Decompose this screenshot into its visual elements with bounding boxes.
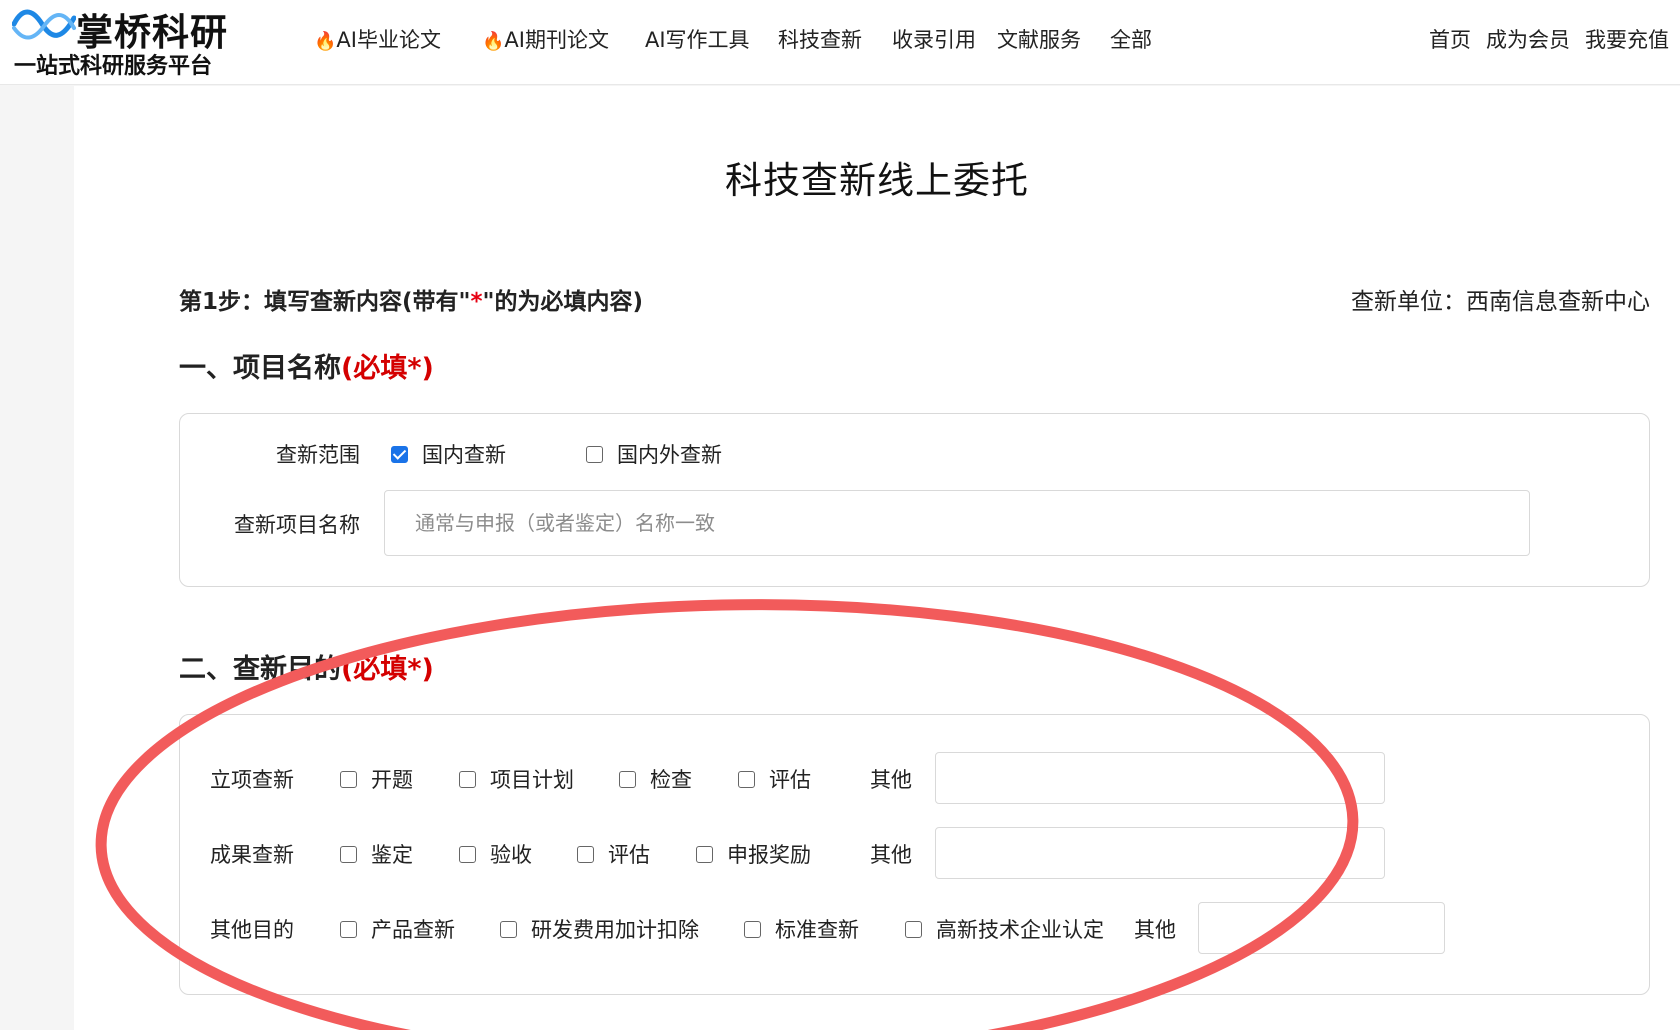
- purpose-option-label[interactable]: 鉴定: [371, 839, 413, 869]
- purpose-other-label: 其他: [1134, 918, 1176, 942]
- link-become-member[interactable]: 成为会员: [1486, 24, 1570, 56]
- nav-label: AI毕业论文: [336, 28, 441, 52]
- purpose-checkbox[interactable]: [500, 921, 517, 938]
- nav-ai-thesis[interactable]: 🔥AI毕业论文: [314, 24, 441, 56]
- scope-domestic-checkbox[interactable]: [391, 446, 408, 463]
- purpose-option-label[interactable]: 项目计划: [490, 764, 574, 794]
- page-title: 科技查新线上委托: [725, 159, 1029, 202]
- section-project-name-heading: 一、项目名称(必填*): [179, 346, 434, 385]
- purpose-option-label[interactable]: 评估: [769, 764, 811, 794]
- purpose-option-label[interactable]: 检查: [650, 764, 692, 794]
- nav-indexing-citation[interactable]: 收录引用: [892, 24, 976, 56]
- brand-slogan: 一站式科研服务平台: [14, 54, 213, 79]
- purpose-other-label: 其他: [870, 843, 912, 867]
- purpose-checkbox[interactable]: [340, 846, 357, 863]
- required-mark: (必填*): [341, 654, 434, 685]
- purpose-checkbox[interactable]: [459, 846, 476, 863]
- purpose-checkbox[interactable]: [744, 921, 761, 938]
- purpose-checkbox[interactable]: [905, 921, 922, 938]
- search-unit-label: 查新单位：西南信息查新中心: [1351, 289, 1650, 315]
- purpose-checkbox[interactable]: [577, 846, 594, 863]
- purpose-other-input[interactable]: [935, 827, 1385, 879]
- purpose-checkbox[interactable]: [459, 771, 476, 788]
- purpose-checkbox[interactable]: [619, 771, 636, 788]
- purpose-checkbox[interactable]: [696, 846, 713, 863]
- section-purpose-heading: 二、查新目的(必填*): [179, 647, 434, 686]
- purpose-option-label[interactable]: 申报奖励: [727, 839, 811, 869]
- section-heading-text: 二、查新目的: [179, 654, 341, 685]
- scope-domestic-label[interactable]: 国内查新: [422, 439, 506, 469]
- project-name-label: 查新项目名称: [234, 513, 360, 537]
- purpose-option-label[interactable]: 开题: [371, 764, 413, 794]
- brand-logo[interactable]: 掌桥科研 一站式科研服务平台: [12, 2, 252, 80]
- link-recharge[interactable]: 我要充值: [1585, 24, 1669, 56]
- purpose-other-input[interactable]: [935, 752, 1385, 804]
- nav-label: AI期刊论文: [504, 28, 609, 52]
- step-prefix: 第1步：填写查新内容(带有": [179, 289, 471, 315]
- purpose-row-label: 成果查新: [210, 843, 294, 867]
- purpose-row-label: 其他目的: [210, 918, 294, 942]
- step-suffix: "的为必填内容): [482, 289, 644, 315]
- required-star: *: [470, 289, 483, 315]
- purpose-option-label[interactable]: 高新技术企业认定: [936, 914, 1104, 944]
- purpose-option-label[interactable]: 研发费用加计扣除: [531, 914, 699, 944]
- nav-novelty-search[interactable]: 科技查新: [778, 24, 862, 56]
- nav-ai-writing-tools[interactable]: AI写作工具: [645, 24, 750, 56]
- purpose-checkbox[interactable]: [738, 771, 755, 788]
- nav-ai-journal[interactable]: 🔥AI期刊论文: [482, 24, 609, 56]
- purpose-checkbox[interactable]: [340, 771, 357, 788]
- scope-international-label[interactable]: 国内外查新: [617, 439, 722, 469]
- project-name-panel: 查新范围 国内查新 国内外查新 查新项目名称: [179, 413, 1650, 587]
- purpose-option-label[interactable]: 标准查新: [775, 914, 859, 944]
- purpose-other-input[interactable]: [1198, 902, 1445, 954]
- fire-icon: 🔥: [482, 31, 505, 52]
- search-purpose-panel: 立项查新 开题 项目计划 检查 评估 其他 成果查新 鉴定 验收 评估 申报奖励…: [179, 714, 1650, 995]
- section-heading-text: 一、项目名称: [179, 353, 341, 384]
- nav-literature-service[interactable]: 文献服务: [997, 24, 1081, 56]
- nav-all[interactable]: 全部: [1110, 24, 1152, 56]
- fire-icon: 🔥: [314, 31, 337, 52]
- required-mark: (必填*): [341, 353, 434, 384]
- purpose-option-label[interactable]: 评估: [608, 839, 650, 869]
- purpose-option-label[interactable]: 产品查新: [371, 914, 455, 944]
- purpose-row-label: 立项查新: [210, 768, 294, 792]
- link-home[interactable]: 首页: [1429, 24, 1471, 56]
- wave-logo-icon: [12, 9, 76, 40]
- purpose-other-label: 其他: [870, 768, 912, 792]
- project-name-input[interactable]: [384, 490, 1530, 556]
- step-instruction: 第1步：填写查新内容(带有"*"的为必填内容): [179, 282, 643, 316]
- scope-international-checkbox[interactable]: [586, 446, 603, 463]
- purpose-checkbox[interactable]: [340, 921, 357, 938]
- top-header: 掌桥科研 一站式科研服务平台 🔥AI毕业论文 🔥AI期刊论文 AI写作工具 科技…: [0, 0, 1680, 85]
- purpose-option-label[interactable]: 验收: [490, 839, 532, 869]
- scope-label: 查新范围: [276, 443, 360, 467]
